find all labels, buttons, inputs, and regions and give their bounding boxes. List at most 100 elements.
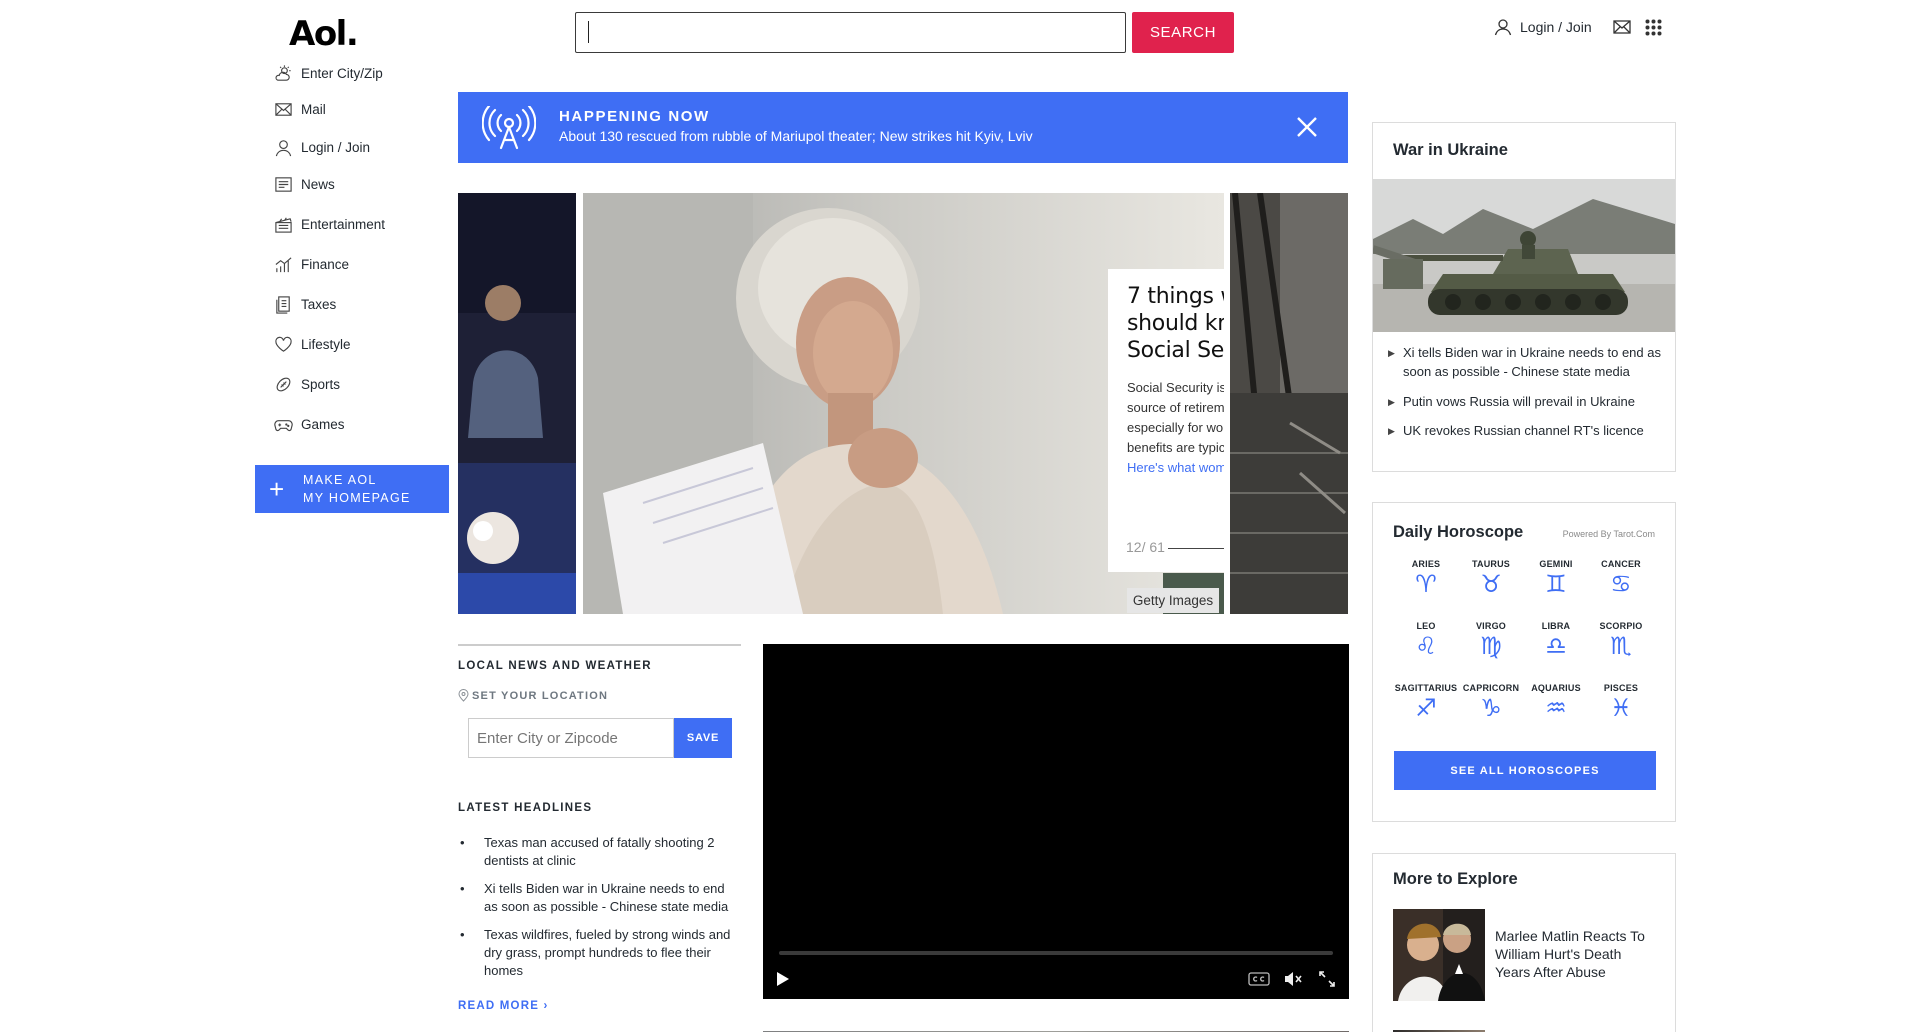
local-news-section: LOCAL NEWS AND WEATHER SET YOUR LOCATION… xyxy=(458,644,741,1012)
sign-cancer[interactable]: CANCER ♋︎ xyxy=(1588,559,1654,597)
happening-now-title: HAPPENING NOW xyxy=(559,108,710,125)
nav-item-weather[interactable]: Enter City/Zip xyxy=(274,64,383,83)
heart-icon xyxy=(275,336,292,352)
sign-name: LEO xyxy=(1416,621,1436,631)
carousel-slide-next[interactable] xyxy=(1230,193,1348,614)
aries-icon: ♈︎ xyxy=(1415,570,1437,598)
video-progress-bar[interactable] xyxy=(779,951,1333,955)
close-icon[interactable] xyxy=(1296,116,1318,138)
war-in-ukraine-card: War in Ukraine Xi tells Biden war in Ukr… xyxy=(1372,122,1676,472)
sign-scorpio[interactable]: SCORPIO ♏︎ xyxy=(1588,621,1654,659)
headline-item[interactable]: Texas wildfires, fueled by strong winds … xyxy=(458,926,741,980)
sign-virgo[interactable]: VIRGO ♍︎ xyxy=(1458,621,1524,659)
aquarius-icon: ♒︎ xyxy=(1545,694,1567,722)
carousel-description-text: Social Security is an important source o… xyxy=(1127,380,1224,455)
document-icon xyxy=(276,296,290,314)
sign-aries[interactable]: ARIES ♈︎ xyxy=(1393,559,1459,597)
nav-item-taxes[interactable]: Taxes xyxy=(274,295,336,314)
save-location-button[interactable]: SAVE xyxy=(674,718,732,758)
local-news-title: LOCAL NEWS AND WEATHER xyxy=(458,660,652,672)
headline-item[interactable]: Texas man accused of fatally shooting 2 … xyxy=(458,834,741,870)
nav-item-finance[interactable]: Finance xyxy=(274,255,349,274)
daily-horoscope-card: Daily Horoscope Powered By Tarot.Com ARI… xyxy=(1372,502,1676,822)
sign-aquarius[interactable]: AQUARIUS ♒︎ xyxy=(1523,683,1589,721)
carousel-caption-card: 7 things women should know about Social … xyxy=(1108,269,1224,572)
sign-name: CANCER xyxy=(1601,559,1641,569)
happening-now-text[interactable]: About 130 rescued from rubble of Mariupo… xyxy=(559,128,1033,144)
sign-leo[interactable]: LEO ♌︎ xyxy=(1393,621,1459,659)
scorpio-icon: ♏︎ xyxy=(1610,632,1632,660)
pisces-icon: ♓︎ xyxy=(1610,694,1632,722)
aol-logo[interactable]: Aol. xyxy=(289,14,359,54)
sign-gemini[interactable]: GEMINI ♊︎ xyxy=(1523,559,1589,597)
nav-label-entertainment: Entertainment xyxy=(301,217,386,232)
set-location-link[interactable]: SET YOUR LOCATION xyxy=(458,689,608,702)
ukraine-headline[interactable]: UK revokes Russian channel RT's licence xyxy=(1388,421,1668,441)
sign-taurus[interactable]: TAURUS ♉︎ xyxy=(1458,559,1524,597)
nav-item-games[interactable]: Games xyxy=(274,415,345,434)
sign-name: ARIES xyxy=(1411,559,1441,569)
sign-capricorn[interactable]: CAPRICORN ♑︎ xyxy=(1458,683,1524,721)
read-more-link[interactable]: READ MORE › xyxy=(458,1000,549,1012)
mute-icon[interactable] xyxy=(1284,971,1302,987)
capricorn-icon: ♑︎ xyxy=(1480,694,1502,722)
happening-now-banner[interactable]: HAPPENING NOW About 130 rescued from rub… xyxy=(458,92,1348,163)
sign-name: GEMINI xyxy=(1539,559,1573,569)
ukraine-headline[interactable]: Xi tells Biden war in Ukraine needs to e… xyxy=(1388,343,1668,381)
search-button[interactable]: SEARCH xyxy=(1132,12,1234,53)
nav-label-weather: Enter City/Zip xyxy=(301,66,383,81)
nav-label-login: Login / Join xyxy=(301,140,371,155)
headline-item[interactable]: Xi tells Biden war in Ukraine needs to e… xyxy=(458,880,741,916)
sign-libra[interactable]: LIBRA ♎︎ xyxy=(1523,621,1589,659)
football-icon xyxy=(276,377,291,392)
horoscope-title: Daily Horoscope xyxy=(1393,523,1524,541)
user-icon xyxy=(275,140,292,157)
nav-item-lifestyle[interactable]: Lifestyle xyxy=(274,335,351,354)
sign-name: PISCES xyxy=(1603,683,1639,693)
video-player[interactable] xyxy=(763,644,1349,999)
make-homepage-button[interactable]: + MAKE AOL MY HOMEPAGE xyxy=(255,465,449,513)
news-icon xyxy=(275,177,292,192)
nav-item-entertainment[interactable]: Entertainment xyxy=(274,215,385,234)
sagittarius-icon: ♐︎ xyxy=(1415,694,1437,722)
explore-thumbnail[interactable] xyxy=(1393,909,1485,1001)
nav-item-news[interactable]: News xyxy=(274,175,335,194)
set-location-label: SET YOUR LOCATION xyxy=(472,689,609,702)
zip-input[interactable] xyxy=(468,718,674,758)
horoscope-powered-by[interactable]: Powered By Tarot.Com xyxy=(1563,529,1655,539)
explore-headline[interactable]: Marlee Matlin Reacts To William Hurt's D… xyxy=(1495,927,1655,981)
nav-label-taxes: Taxes xyxy=(301,297,337,312)
header-login-label: Login / Join xyxy=(1520,19,1592,35)
carousel-slide-previous[interactable] xyxy=(458,193,576,614)
tank-photo[interactable] xyxy=(1373,179,1675,332)
section-divider xyxy=(458,644,741,646)
nav-item-login[interactable]: Login / Join xyxy=(274,138,370,157)
sign-name: LIBRA xyxy=(1541,621,1571,631)
slide-progress-line xyxy=(1168,548,1224,549)
closed-captions-icon[interactable] xyxy=(1248,972,1270,986)
sign-pisces[interactable]: PISCES ♓︎ xyxy=(1588,683,1654,721)
header-login-link[interactable]: Login / Join xyxy=(1494,18,1592,36)
mail-icon[interactable] xyxy=(1613,20,1631,34)
slide-counter: 12/ 61 xyxy=(1126,539,1165,555)
carousel-read-link[interactable]: Here's what women are due xyxy=(1127,458,1224,478)
taurus-icon: ♉︎ xyxy=(1480,570,1502,598)
fullscreen-icon[interactable] xyxy=(1319,971,1335,987)
sign-sagittarius[interactable]: SAGITTARIUS ♐︎ xyxy=(1393,683,1459,721)
see-all-horoscopes-button[interactable]: SEE ALL HOROSCOPES xyxy=(1394,751,1656,790)
sign-name: CAPRICORN xyxy=(1462,683,1520,693)
sign-name: VIRGO xyxy=(1475,621,1506,631)
apps-grid-icon[interactable] xyxy=(1645,19,1662,36)
search-input[interactable] xyxy=(575,12,1126,53)
nav-item-sports[interactable]: Sports xyxy=(274,375,340,394)
nav-item-mail[interactable]: Mail xyxy=(274,100,326,119)
nav-label-sports: Sports xyxy=(301,377,341,392)
chart-icon xyxy=(275,257,292,273)
ukraine-headline[interactable]: Putin vows Russia will prevail in Ukrain… xyxy=(1388,392,1668,412)
play-icon[interactable] xyxy=(775,970,791,988)
text-cursor xyxy=(588,21,589,43)
gemini-icon: ♊︎ xyxy=(1545,570,1567,598)
carousel-headline[interactable]: 7 things women should know about Social … xyxy=(1127,283,1224,364)
nav-label-lifestyle: Lifestyle xyxy=(301,337,351,352)
carousel-slide-current[interactable]: 7 things women should know about Social … xyxy=(583,193,1224,614)
